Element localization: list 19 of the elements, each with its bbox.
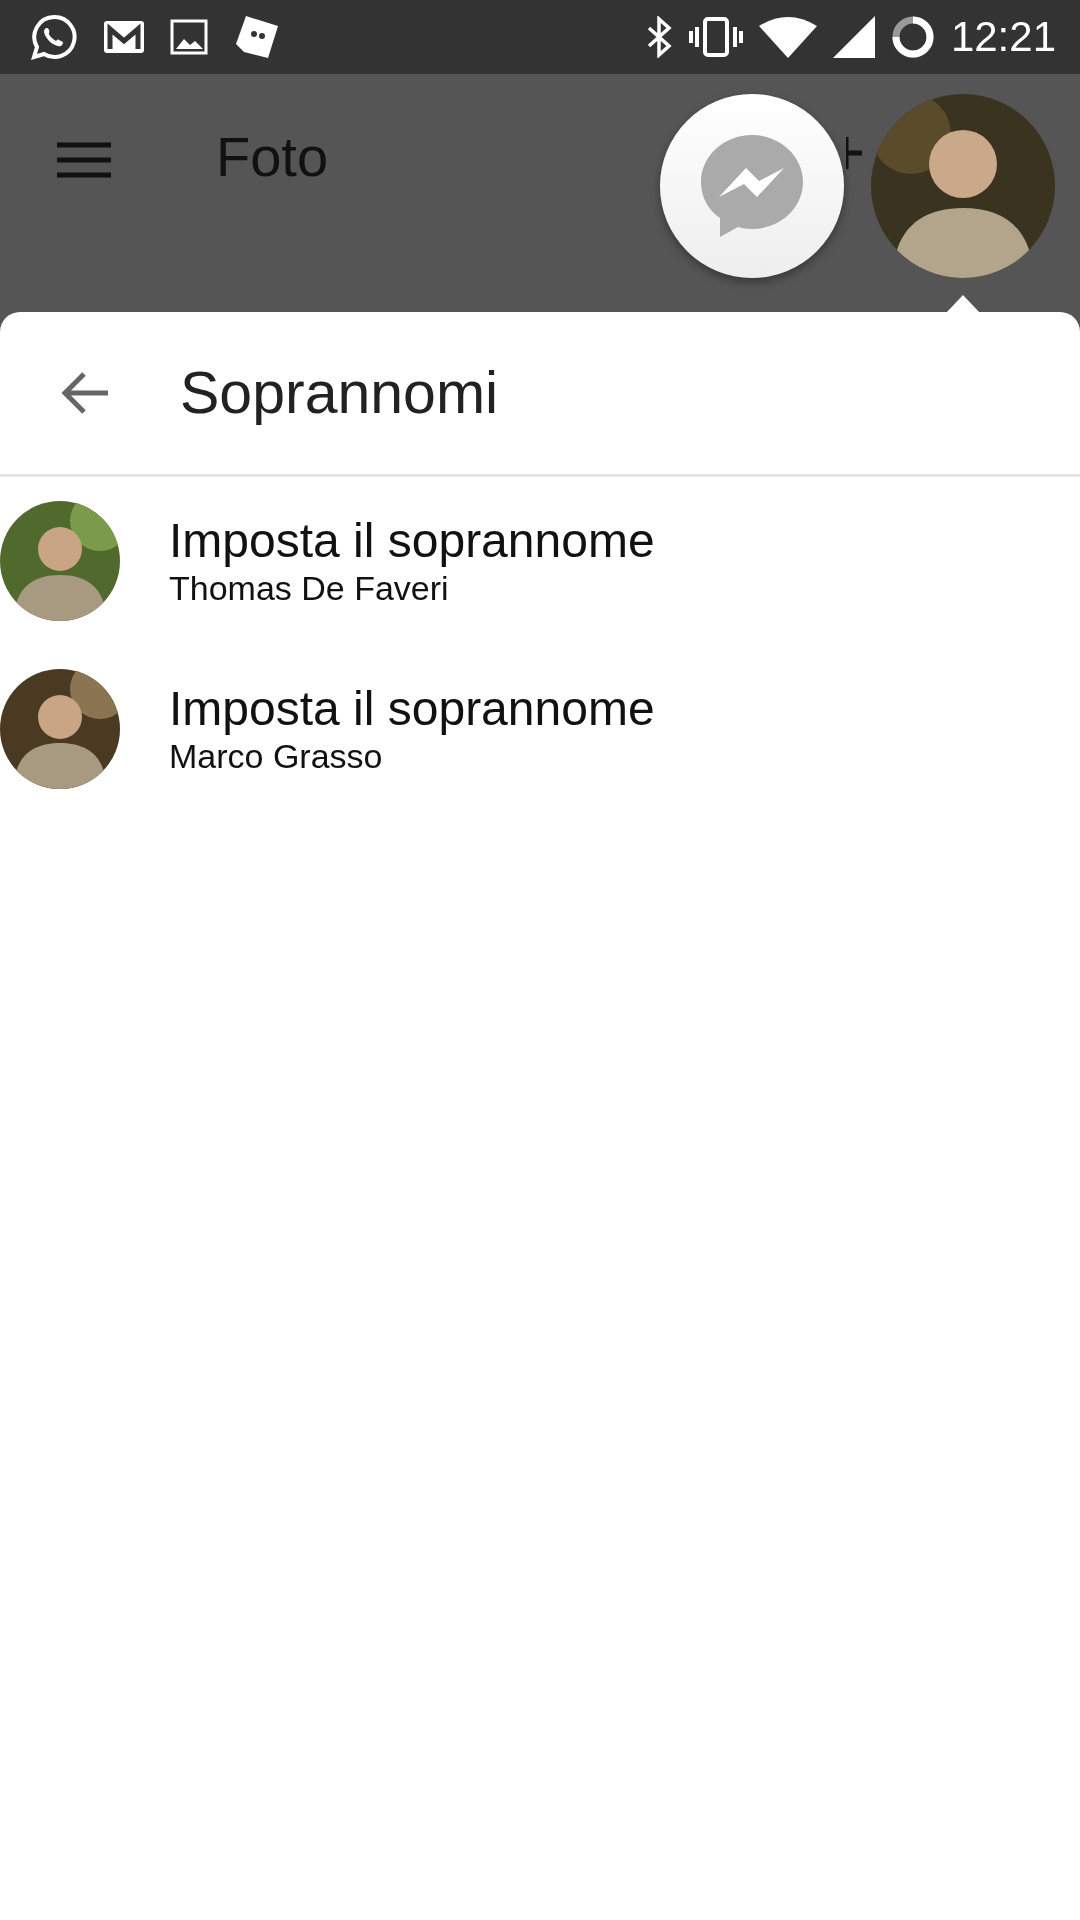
contact-name: Marco Grasso	[169, 736, 384, 777]
vibrate-icon	[688, 17, 743, 57]
signal-icon	[832, 16, 875, 58]
plus-icon[interactable]	[846, 137, 862, 169]
app-title: Foto	[216, 126, 329, 188]
row-title: Imposta il soprannome	[169, 513, 655, 569]
menu-icon[interactable]	[57, 142, 111, 178]
battery-icon	[890, 15, 935, 59]
sheet-title: Soprannomi	[180, 360, 499, 426]
contact-row[interactable]: Imposta il soprannome Thomas De Faveri	[0, 477, 1080, 645]
chat-app-icon	[30, 13, 78, 61]
mail-icon	[102, 19, 146, 55]
row-title: Imposta il soprannome	[169, 681, 655, 737]
contact-name: Thomas De Faveri	[169, 568, 450, 609]
wifi-icon	[758, 16, 817, 58]
clock-time: 12:21	[950, 16, 1056, 58]
back-icon[interactable]	[60, 370, 110, 416]
contact-row[interactable]: Imposta il soprannome Marco Grasso	[0, 645, 1080, 813]
image-icon	[170, 19, 208, 55]
